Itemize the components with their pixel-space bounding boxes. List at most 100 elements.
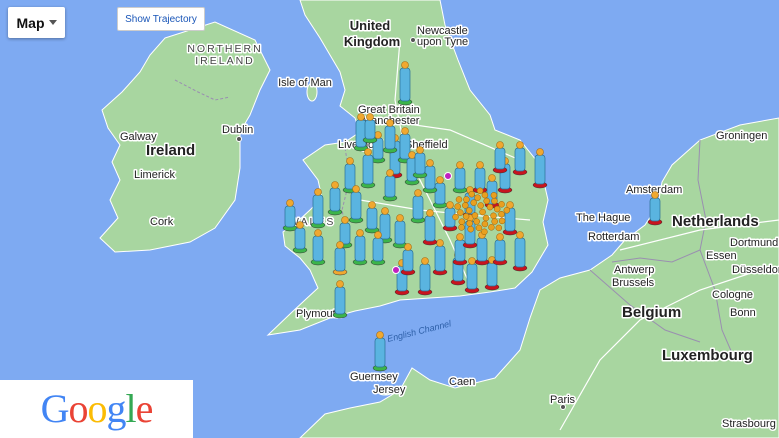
marker-head (286, 199, 294, 207)
cluster-dot[interactable] (458, 224, 465, 231)
map-type-dropdown[interactable]: Map (8, 7, 65, 38)
cluster-dot[interactable] (455, 196, 463, 203)
marker-body (494, 147, 506, 170)
cluster-dot[interactable] (474, 194, 481, 201)
marker-head (536, 148, 544, 156)
show-trajectory-button[interactable]: Show Trajectory (117, 7, 205, 31)
cluster-dot[interactable] (468, 190, 475, 198)
marker-head (366, 113, 374, 121)
highlight-point[interactable] (444, 172, 452, 180)
marker-body (350, 191, 362, 220)
marker-body (334, 286, 346, 315)
cluster-dot[interactable] (458, 218, 466, 225)
marker-head (651, 191, 659, 199)
marker-body (476, 237, 488, 262)
marker-body (334, 247, 346, 272)
marker-body (344, 163, 356, 190)
marker-body (424, 165, 436, 190)
cluster-dot[interactable] (471, 212, 479, 219)
cluster-dot[interactable] (486, 203, 494, 211)
map-canvas[interactable]: United Kingdom Newcastle upon Tyne NORTH… (0, 0, 779, 438)
marker-body (466, 263, 478, 290)
logo-letter: g (106, 386, 127, 431)
highlight-point[interactable] (392, 266, 400, 274)
label-ireland-region: IRELAND (195, 55, 255, 67)
label-limerick: Limerick (134, 169, 175, 181)
cluster-dot[interactable] (483, 197, 490, 205)
label-essen: Essen (706, 250, 737, 262)
label-ireland: Ireland (146, 142, 195, 159)
cluster-dot[interactable] (462, 213, 470, 220)
marker-body (402, 249, 414, 272)
cluster-dot[interactable] (482, 214, 490, 222)
label-bonn: Bonn (730, 307, 756, 319)
cluster-dot[interactable] (462, 202, 469, 209)
marker-head (416, 146, 424, 154)
cluster-dot[interactable] (491, 218, 498, 225)
label-brussels: Brussels (612, 277, 655, 289)
marker-head (414, 189, 422, 197)
cluster-dot[interactable] (481, 220, 489, 228)
cluster-dot[interactable] (498, 210, 505, 218)
marker-body (486, 262, 498, 287)
marker-body (434, 182, 446, 205)
cluster-dot[interactable] (481, 191, 489, 199)
cluster-dot[interactable] (493, 205, 501, 213)
marker-body (372, 237, 384, 262)
marker-head (386, 169, 394, 177)
marker-head (376, 331, 384, 339)
logo-letter: l (125, 386, 137, 431)
marker-head (374, 131, 382, 139)
cluster-dot[interactable] (491, 197, 498, 205)
label-dublin: Dublin (222, 124, 253, 136)
logo-letter: G (40, 386, 70, 431)
label-luxembourg: Luxembourg (662, 347, 753, 364)
marker-body (355, 119, 367, 148)
marker-head (381, 207, 389, 215)
cluster-dot[interactable] (470, 199, 477, 206)
cluster-dot[interactable] (457, 209, 464, 216)
marker-body (412, 195, 424, 220)
cluster-dot[interactable] (467, 225, 474, 233)
cluster-dot[interactable] (466, 220, 473, 227)
cluster-dot[interactable] (477, 202, 484, 209)
marker-head (456, 161, 464, 169)
marker-head (336, 280, 344, 288)
cluster-dot[interactable] (498, 201, 505, 208)
marker-head (374, 231, 382, 239)
label-cologne: Cologne (712, 289, 753, 301)
city-dot-newcastle (410, 37, 416, 43)
cluster-dot[interactable] (488, 224, 495, 231)
label-the-hague: The Hague (576, 212, 630, 224)
cluster-dot[interactable] (463, 196, 470, 203)
label-upon-tyne: upon Tyne (417, 36, 468, 48)
cluster-dot[interactable] (476, 187, 484, 195)
marker-head (331, 181, 339, 189)
cluster-dot[interactable] (490, 212, 497, 220)
marker-head (314, 188, 322, 196)
cluster-dot[interactable] (473, 218, 480, 225)
cluster-dot[interactable] (475, 224, 483, 232)
marker-head (446, 201, 454, 209)
cluster-dot[interactable] (465, 207, 473, 214)
label-antwerp: Antwerp (614, 264, 654, 276)
map-view[interactable]: United Kingdom Newcastle upon Tyne NORTH… (0, 0, 779, 438)
label-strasbourg: Strasbourg (722, 418, 776, 430)
label-sheffield: Sheffield (405, 139, 448, 151)
cluster-dot[interactable] (503, 207, 511, 214)
marker-head (352, 185, 360, 193)
cluster-dot[interactable] (498, 217, 506, 225)
cluster-dot[interactable] (452, 213, 459, 221)
cluster-dot[interactable] (490, 192, 498, 199)
marker-head (426, 159, 434, 167)
marker-body (514, 237, 526, 268)
marker-head (436, 176, 444, 184)
cluster-dot[interactable] (479, 208, 486, 216)
marker-head (314, 229, 322, 237)
marker-body (534, 154, 546, 185)
map-type-label: Map (16, 14, 45, 31)
cluster-dot[interactable] (481, 228, 488, 236)
cluster-dot[interactable] (454, 203, 461, 210)
cluster-dot[interactable] (495, 224, 503, 232)
marker-body (414, 152, 426, 175)
